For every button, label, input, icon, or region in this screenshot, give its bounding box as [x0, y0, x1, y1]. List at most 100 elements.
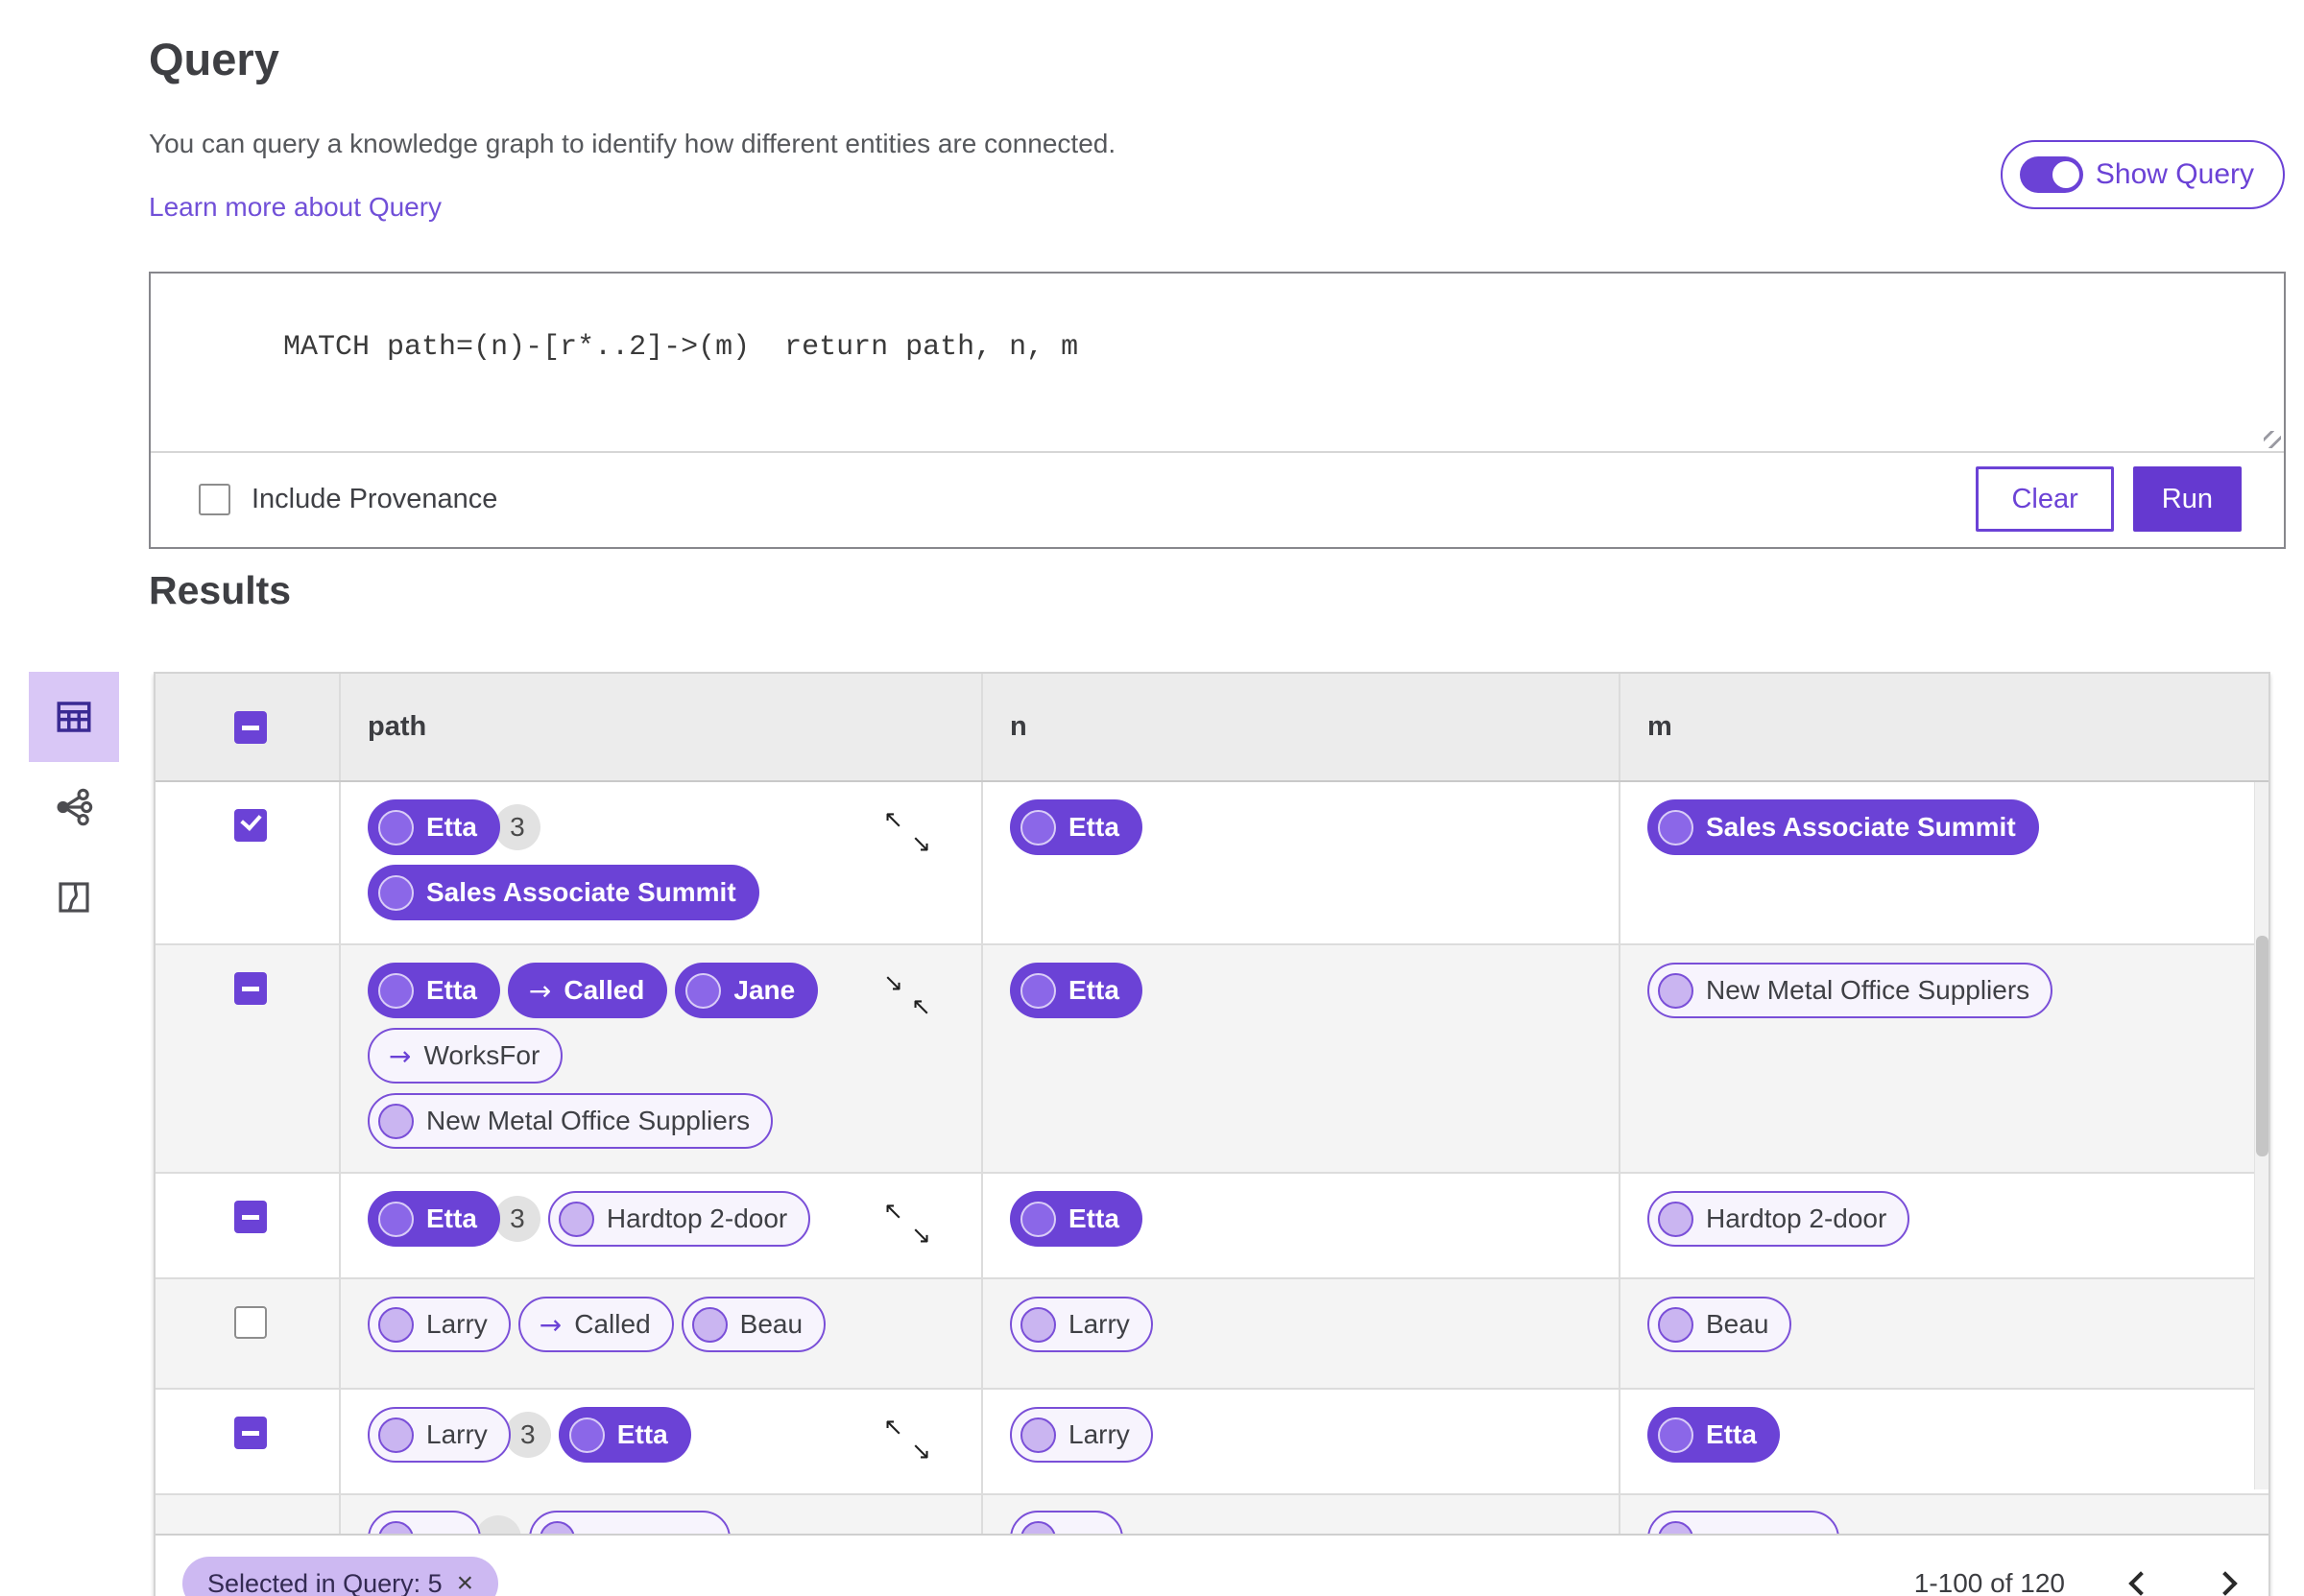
node-pill[interactable]: Etta: [1010, 1191, 1142, 1247]
selected-in-query-chip[interactable]: Selected in Query: 5 ×: [182, 1557, 499, 1596]
node-pill[interactable]: Larry: [368, 1297, 511, 1352]
pill-label: WorksFor: [423, 1040, 540, 1070]
collapse-icon[interactable]: ↘ ↖: [883, 970, 931, 1018]
node-icon: [378, 1201, 414, 1237]
row-select-cell: [156, 1390, 341, 1493]
m-cell: Beau: [1620, 1279, 2268, 1388]
node-icon: [1658, 1520, 1693, 1534]
node-icon: [685, 972, 722, 1009]
query-page: Query You can query a knowledge graph to…: [0, 0, 2304, 1596]
query-text: MATCH path=(n)-[r*..2]->(m) return path,…: [283, 331, 1079, 364]
n-cell: [983, 1495, 1620, 1534]
node-pill[interactable]: Sales Associate Summit: [368, 865, 759, 920]
node-pill[interactable]: Etta: [1010, 799, 1142, 855]
node-icon: [378, 1417, 414, 1453]
n-cell: Larry: [983, 1279, 1620, 1388]
edge-pill[interactable]: → Called: [517, 1297, 674, 1352]
row-checkbox-indeterminate[interactable]: [234, 972, 267, 1005]
node-icon: [1658, 972, 1693, 1009]
graph-view-icon: [57, 788, 93, 826]
query-input[interactable]: MATCH path=(n)-[r*..2]->(m) return path,…: [151, 274, 2284, 453]
learn-more-link[interactable]: Learn more about Query: [149, 192, 442, 223]
node-pill[interactable]: [529, 1511, 731, 1534]
node-pill[interactable]: Beau: [1647, 1297, 1792, 1352]
node-pill[interactable]: Larry: [1010, 1297, 1153, 1352]
graph-view-button[interactable]: [29, 762, 119, 852]
include-provenance-checkbox[interactable]: [199, 483, 230, 515]
vertical-scrollbar[interactable]: [2254, 782, 2268, 1489]
pill-label: Beau: [739, 1309, 804, 1339]
node-icon: [378, 972, 414, 1009]
arrow-right-icon: →: [539, 1308, 563, 1341]
expand-icon[interactable]: ↖ ↘: [883, 807, 931, 855]
map-view-button[interactable]: [29, 852, 119, 942]
scrollbar-thumb[interactable]: [2256, 936, 2268, 1156]
table-header-row: path n m: [156, 674, 2268, 782]
m-cell: New Metal Office Suppliers: [1620, 945, 2268, 1172]
show-query-toggle[interactable]: Show Query: [2000, 140, 2285, 209]
node-pill[interactable]: [368, 1511, 481, 1534]
column-header-path[interactable]: path: [341, 674, 983, 780]
node-pill[interactable]: Hardtop 2-door: [1647, 1191, 1910, 1247]
path-cell: Etta 3 Hardtop 2-door ↖ ↘: [341, 1174, 983, 1277]
expand-icon[interactable]: ↖ ↘: [883, 1199, 931, 1247]
node-pill[interactable]: Larry: [1010, 1407, 1153, 1463]
table-row: [156, 1495, 2268, 1534]
chevron-left-icon[interactable]: [2128, 1571, 2153, 1596]
table-view-icon: [57, 702, 91, 732]
table-view-button[interactable]: [29, 672, 119, 762]
n-cell: Larry: [983, 1390, 1620, 1493]
toggle-switch-icon[interactable]: [2019, 156, 2083, 193]
node-icon: [1020, 972, 1056, 1009]
node-icon: [540, 1520, 575, 1534]
pill-label: Hardtop 2-door: [1706, 1203, 1887, 1233]
select-all-checkbox-indeterminate[interactable]: [234, 710, 267, 744]
expand-icon[interactable]: ↖ ↘: [883, 1415, 931, 1463]
node-pill[interactable]: Etta: [1010, 963, 1142, 1018]
node-icon: [1658, 809, 1693, 846]
node-icon: [568, 1417, 605, 1453]
pill-label: Beau: [1706, 1309, 1769, 1339]
node-icon: [1658, 1417, 1693, 1453]
node-pill[interactable]: Etta: [1647, 1407, 1780, 1463]
pagination: 1-100 of 120: [1914, 1568, 2238, 1596]
edge-pill[interactable]: → Called: [507, 963, 668, 1018]
table-row: Larry 3 Etta ↖ ↘ Larry Etta: [156, 1390, 2268, 1495]
node-pill[interactable]: Hardtop 2-door: [547, 1191, 811, 1247]
edge-pill[interactable]: → WorksFor: [368, 1028, 564, 1084]
row-checkbox-indeterminate[interactable]: [234, 1201, 267, 1233]
pill-label: Etta: [426, 975, 477, 1005]
close-icon[interactable]: ×: [457, 1569, 474, 1596]
toggle-knob: [2049, 158, 2082, 191]
run-button[interactable]: Run: [2132, 466, 2242, 532]
node-pill[interactable]: Etta: [368, 1191, 500, 1247]
node-pill[interactable]: [1010, 1511, 1123, 1534]
node-pill[interactable]: Sales Associate Summit: [1647, 799, 2039, 855]
chevron-right-icon[interactable]: [2213, 1571, 2238, 1596]
node-pill[interactable]: [1647, 1511, 1839, 1534]
node-pill[interactable]: Larry: [368, 1407, 511, 1463]
node-pill[interactable]: New Metal Office Suppliers: [368, 1093, 774, 1149]
node-pill[interactable]: Etta: [558, 1407, 691, 1463]
resize-handle-icon[interactable]: [2264, 431, 2281, 448]
node-icon: [1658, 1201, 1693, 1237]
pill-label: Sales Associate Summit: [1706, 812, 2016, 842]
node-pill[interactable]: Beau: [681, 1297, 827, 1352]
node-pill[interactable]: Jane: [675, 963, 819, 1018]
node-pill[interactable]: Etta: [368, 799, 500, 855]
view-switcher: [29, 672, 119, 942]
node-pill[interactable]: Etta: [368, 963, 500, 1018]
row-checkbox-checked[interactable]: [234, 809, 267, 842]
row-checkbox-indeterminate[interactable]: [234, 1417, 267, 1449]
row-checkbox-unchecked[interactable]: [234, 1306, 267, 1339]
row-select-cell: [156, 945, 341, 1172]
node-pill[interactable]: New Metal Office Suppliers: [1647, 963, 2053, 1018]
node-icon: [691, 1306, 728, 1343]
pill-label: Jane: [733, 975, 796, 1005]
node-icon: [1020, 1201, 1056, 1237]
column-header-m[interactable]: m: [1620, 674, 2268, 780]
row-select-cell: [156, 1495, 341, 1534]
include-provenance-control[interactable]: Include Provenance: [199, 483, 497, 515]
column-header-n[interactable]: n: [983, 674, 1620, 780]
clear-button[interactable]: Clear: [1976, 466, 2114, 532]
